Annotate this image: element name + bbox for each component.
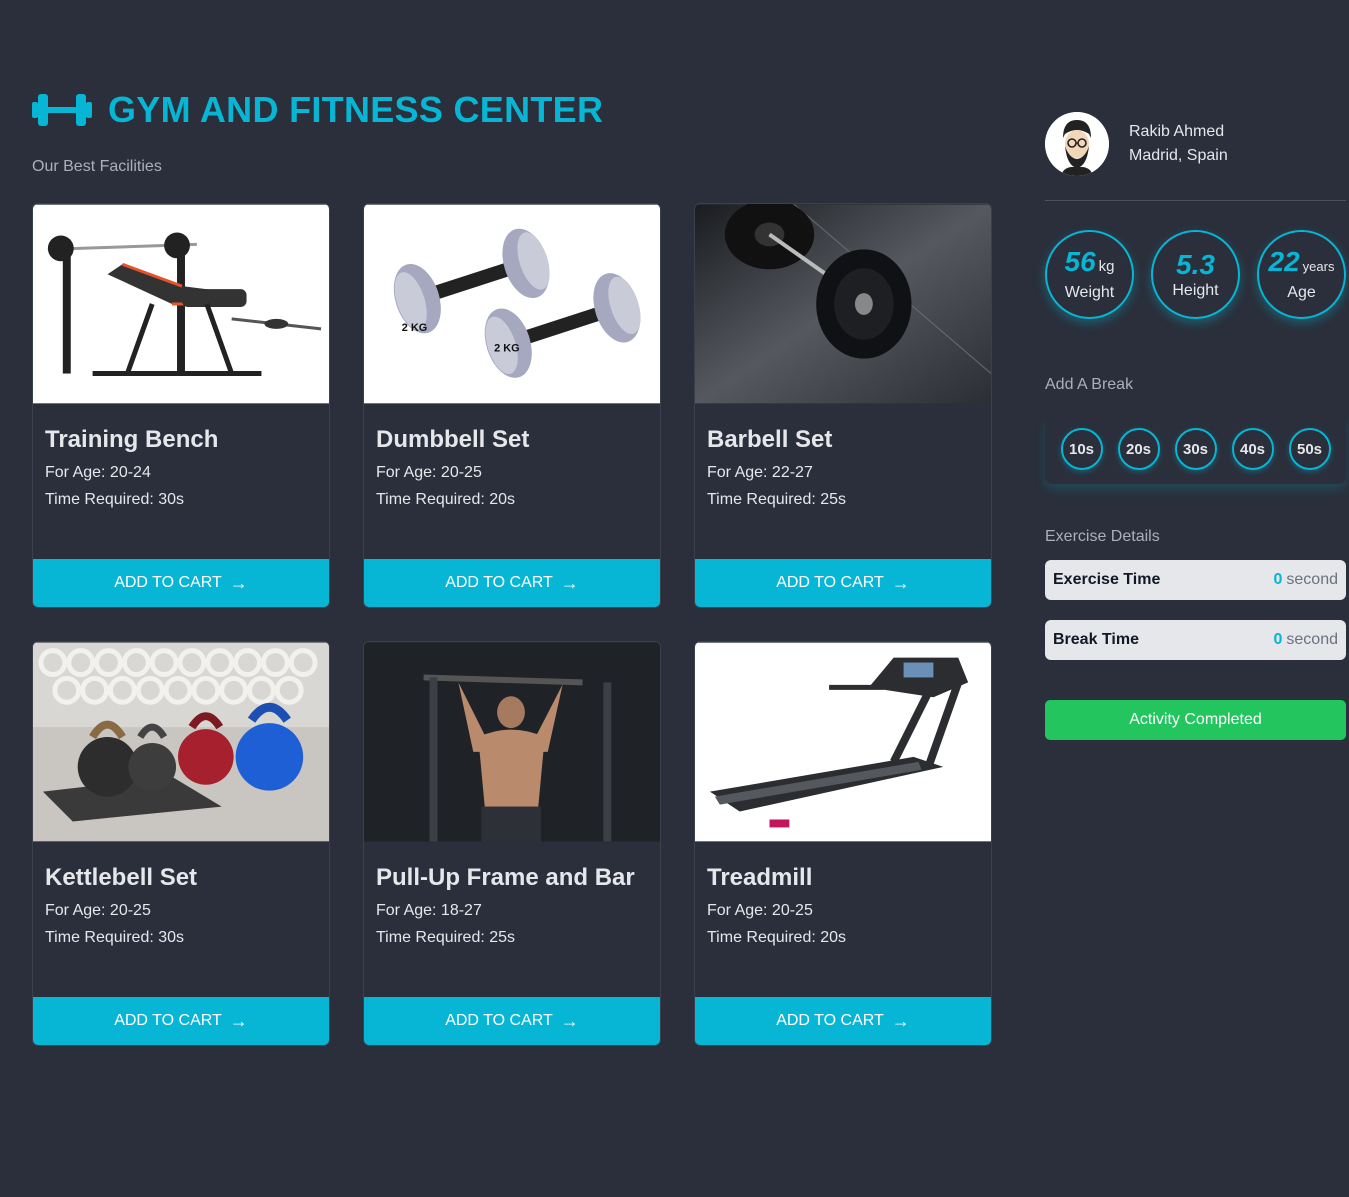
add-to-cart-label: ADD TO CART	[445, 1012, 553, 1029]
kettlebell-set-image	[33, 642, 329, 842]
title-row: GYM AND FITNESS CENTER	[32, 86, 992, 134]
product-age: For Age: 18-27	[376, 902, 482, 919]
product-name: Treadmill	[707, 864, 813, 891]
height-stat: 5.3 Height	[1151, 230, 1240, 319]
break-section-label: Add A Break	[1045, 376, 1134, 393]
add-to-cart-button[interactable]: ADD TO CART →	[364, 559, 660, 607]
exercise-time-unit: second	[1286, 571, 1338, 588]
product-card: Barbell Set For Age: 22-27 Time Required…	[694, 203, 992, 608]
product-age: For Age: 20-24	[45, 464, 151, 481]
image-weight-label: 2 KG	[494, 343, 519, 355]
product-name: Training Bench	[45, 426, 219, 453]
product-age: For Age: 20-25	[45, 902, 151, 919]
product-card: Pull-Up Frame and Bar For Age: 18-27 Tim…	[363, 641, 661, 1046]
product-time: Time Required: 25s	[707, 491, 847, 508]
arrow-right-icon: →	[891, 572, 910, 593]
break-time-value: 0 second	[1274, 631, 1339, 649]
add-to-cart-label: ADD TO CART	[114, 1012, 222, 1029]
exercise-time-row: Exercise Time 0 second	[1045, 560, 1346, 600]
exercise-time-value: 0 second	[1274, 571, 1339, 589]
product-age: For Age: 20-25	[376, 464, 482, 481]
age-unit: years	[1302, 259, 1335, 274]
weight-unit: kg	[1098, 258, 1115, 275]
break-40s-button[interactable]: 40s	[1231, 428, 1274, 470]
break-20s-button[interactable]: 20s	[1117, 428, 1160, 470]
product-time: Time Required: 20s	[376, 491, 516, 508]
product-card: Kettlebell Set For Age: 20-25 Time Requi…	[32, 641, 330, 1046]
training-bench-image	[33, 204, 329, 404]
weight-stat: 56 kg Weight	[1045, 230, 1134, 319]
sidebar: Rakib Ahmed Madrid, Spain 56 kg Weight 5.…	[1045, 112, 1346, 740]
profile-info: Rakib Ahmed Madrid, Spain	[1129, 120, 1228, 168]
add-to-cart-button[interactable]: ADD TO CART →	[33, 559, 329, 607]
body-stats: 56 kg Weight 5.3 Height 22 years Age	[1045, 230, 1346, 319]
avatar	[1045, 112, 1109, 176]
arrow-right-icon: →	[560, 1010, 579, 1031]
age-label: Age	[1287, 284, 1316, 301]
activity-completed-button[interactable]: Activity Completed	[1045, 700, 1346, 740]
exercise-time-number: 0	[1273, 571, 1283, 588]
product-time: Time Required: 25s	[376, 929, 516, 946]
exercise-time-label: Exercise Time	[1053, 571, 1161, 588]
dumbbell-icon	[32, 94, 92, 126]
product-name: Pull-Up Frame and Bar	[376, 864, 635, 891]
dumbbell-set-image: 2 KG 2 KG	[364, 204, 660, 404]
add-to-cart-button[interactable]: ADD TO CART →	[695, 997, 991, 1045]
product-card: Treadmill For Age: 20-25 Time Required: …	[694, 641, 992, 1046]
image-weight-label: 2 KG	[402, 322, 427, 334]
break-10s-button[interactable]: 10s	[1060, 428, 1103, 470]
product-age: For Age: 22-27	[707, 464, 813, 481]
treadmill-image	[695, 642, 991, 842]
add-to-cart-button[interactable]: ADD TO CART →	[364, 997, 660, 1045]
product-name: Dumbbell Set	[376, 426, 530, 453]
age-stat: 22 years Age	[1257, 230, 1346, 319]
break-time-label: Break Time	[1053, 631, 1139, 648]
add-to-cart-label: ADD TO CART	[445, 574, 553, 591]
break-time-number: 0	[1273, 631, 1283, 648]
age-value: 22	[1268, 246, 1300, 277]
divider	[1045, 200, 1346, 201]
profile-name: Rakib Ahmed	[1129, 123, 1225, 140]
product-age: For Age: 20-25	[707, 902, 813, 919]
product-time: Time Required: 20s	[707, 929, 847, 946]
profile: Rakib Ahmed Madrid, Spain	[1045, 112, 1346, 176]
break-30s-button[interactable]: 30s	[1174, 428, 1217, 470]
product-grid: Training Bench For Age: 20-24 Time Requi…	[32, 203, 992, 1046]
add-to-cart-button[interactable]: ADD TO CART →	[33, 997, 329, 1045]
add-to-cart-label: ADD TO CART	[114, 574, 222, 591]
profile-location: Madrid, Spain	[1129, 147, 1228, 164]
add-to-cart-label: ADD TO CART	[776, 1012, 884, 1029]
product-time: Time Required: 30s	[45, 929, 185, 946]
barbell-set-image	[695, 204, 991, 404]
product-card: Training Bench For Age: 20-24 Time Requi…	[32, 203, 330, 608]
break-time-row: Break Time 0 second	[1045, 620, 1346, 660]
product-name: Kettlebell Set	[45, 864, 198, 891]
exercise-details-label: Exercise Details	[1045, 528, 1160, 545]
page-title: GYM AND FITNESS CENTER	[108, 89, 604, 130]
add-to-cart-label: ADD TO CART	[776, 574, 884, 591]
weight-value: 56	[1064, 246, 1096, 277]
product-time: Time Required: 30s	[45, 491, 185, 508]
product-card: 2 KG 2 KG Dumbbell Set For Age: 20-25 Ti…	[363, 203, 661, 608]
height-value: 5.3	[1176, 248, 1215, 280]
break-options: 10s 20s 30s 40s 50s	[1045, 414, 1346, 484]
arrow-right-icon: →	[560, 572, 579, 593]
height-label: Height	[1172, 281, 1219, 299]
arrow-right-icon: →	[891, 1010, 910, 1031]
arrow-right-icon: →	[229, 572, 248, 593]
main-content: GYM AND FITNESS CENTER Our Best Faciliti…	[32, 86, 992, 1046]
weight-label: Weight	[1064, 284, 1115, 301]
add-to-cart-button[interactable]: ADD TO CART →	[695, 559, 991, 607]
pull-up-frame-image	[364, 642, 660, 842]
break-time-unit: second	[1286, 631, 1338, 648]
product-name: Barbell Set	[707, 426, 833, 453]
break-50s-button[interactable]: 50s	[1288, 428, 1331, 470]
page-subtitle: Our Best Facilities	[32, 158, 162, 175]
arrow-right-icon: →	[229, 1010, 248, 1031]
